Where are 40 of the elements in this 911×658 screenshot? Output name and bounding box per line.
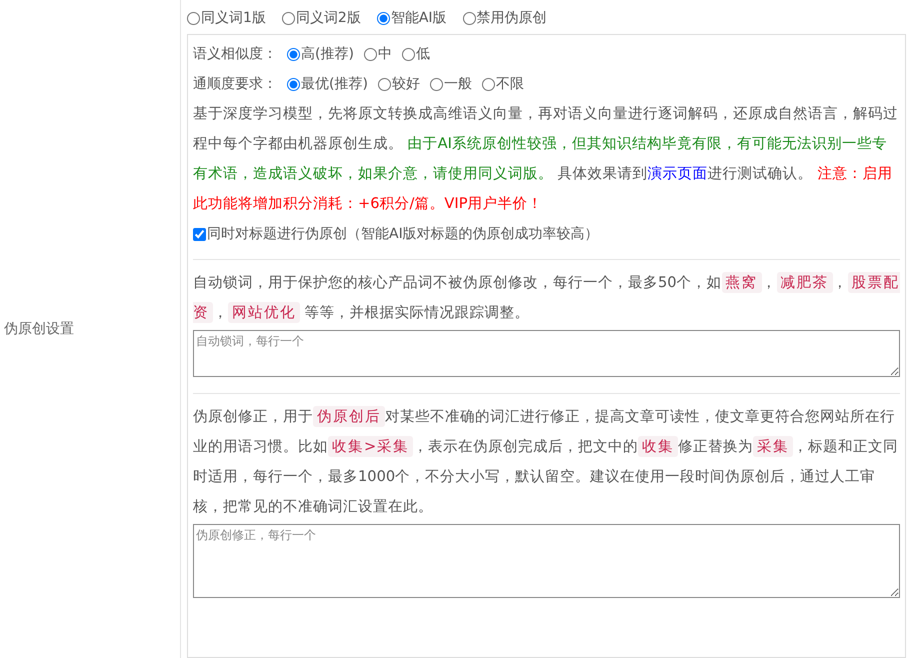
keyword-tag: 燕窝 [722, 272, 762, 293]
correction-field[interactable]: 伪原创修正，每行一个 [193, 524, 900, 598]
radio-button[interactable] [287, 48, 300, 60]
section-label: 伪原创设置 [4, 320, 74, 338]
checkbox-label: 同时对标题进行伪原创（智能AI版对标题的伪原创成功率较高） [207, 225, 599, 243]
radio-button[interactable] [364, 48, 377, 60]
option-label: 同义词2版 [296, 9, 361, 27]
field-label: 通顺度要求： [193, 75, 277, 93]
keyword-tag: 收集 [638, 436, 678, 457]
radio-button[interactable] [402, 48, 415, 60]
ai-description: 基于深度学习模型，先将原文转换成高维语义向量，再对语义向量进行逐词解码，还原成自然语言，解码过程中每个字都由机器原创生成。 由于AI系统原创性较强，但其知识结构毕竟有限，有可能无法识别一些专有术语，造成语义破坏，如果介意，请使用同义词版。 具体效果请到演示页面进行测试确认。 注意：启用此功能将增加积分消耗：+6积分/篇。VIP用户半价！ [193, 104, 899, 214]
option-label: 不限 [496, 75, 524, 93]
option-label: 较好 [392, 75, 420, 93]
option-label: 低 [416, 45, 430, 63]
radio-button[interactable] [462, 12, 476, 24]
radio-button[interactable] [482, 78, 495, 90]
lock-words-field[interactable]: 自动锁词，每行一个 [193, 330, 900, 377]
option-label: 高(推荐) [301, 45, 354, 63]
field-label: 语义相似度： [193, 45, 277, 63]
option-label: 一般 [444, 75, 472, 93]
radio-button[interactable] [287, 78, 300, 90]
option-label: 同义词1版 [201, 9, 266, 27]
option-label: 智能AI版 [390, 9, 447, 27]
demo-page-link[interactable]: 演示页面 [648, 165, 708, 182]
keyword-tag: 收集>采集 [328, 436, 414, 457]
option-label: 最优(推荐) [301, 75, 368, 93]
radio-button[interactable] [430, 78, 443, 90]
correction-description: 伪原创修正，用于 伪原创后 对某些不准确的词汇进行修正，提高文章可读性，使文章更符合您网站所在行业的用语习惯。比如 收集>采集 ，表示在伪原创完成后，把文中的 收集 修正替换为 采集 ，标题和正文同时适用，每行一个，最多1000个，不分大小写，默认留空。建议在使用一段时间伪原创后，通过人工审核，把常见的不准确词汇设置在此。 [193, 405, 900, 517]
keyword-tag: 采集 [753, 436, 794, 457]
radio-button[interactable] [282, 12, 295, 24]
keyword-tag: 伪原创后 [313, 406, 385, 427]
checkbox[interactable] [193, 228, 206, 240]
keyword-tag: 网站优化 [228, 302, 300, 323]
keyword-tag: 减肥茶 [776, 272, 833, 293]
radio-button[interactable] [376, 12, 390, 24]
radio-button[interactable] [378, 78, 391, 90]
radio-button[interactable] [187, 12, 200, 24]
option-label: 中 [378, 45, 392, 63]
lock-words-description: 自动锁词，用于保护您的核心产品词不被伪原创修改，每行一个，最多50个，如 燕窝 ， 减肥茶 ， 股票配资 ， 网站优化 等等，并根据实际情况跟踪调整。 [193, 271, 900, 325]
option-label: 禁用伪原创 [476, 9, 547, 27]
